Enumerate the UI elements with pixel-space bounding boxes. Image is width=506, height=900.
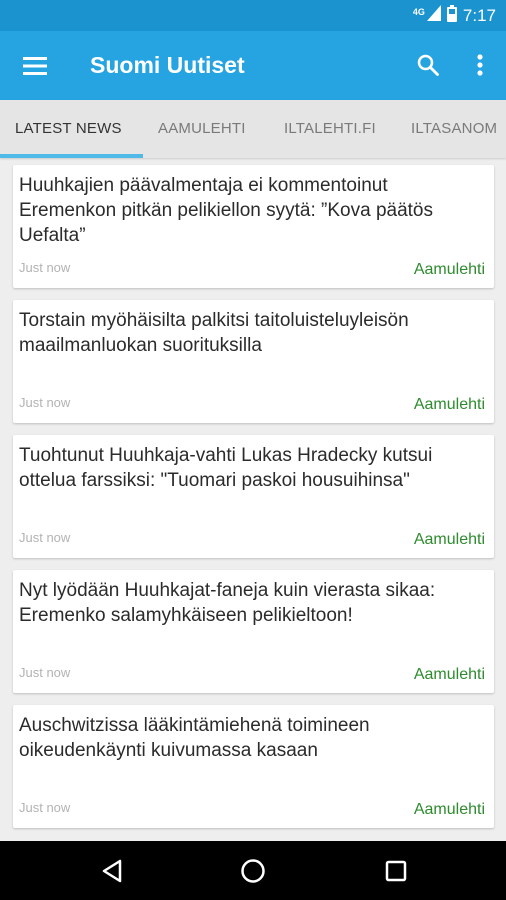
news-source: Aamulehti [413, 666, 485, 683]
status-icons: 4G 7:17 [413, 0, 496, 31]
news-card[interactable]: Torstain myöhäisilta palkitsi taitoluist… [13, 300, 494, 423]
news-source: Aamulehti [413, 396, 485, 413]
app-title: Suomi Uutiset [90, 52, 245, 78]
news-source: Aamulehti [413, 801, 485, 818]
news-time: Just now [19, 530, 71, 545]
news-feed[interactable]: Huuhkajien päävalmentaja ei kommentoinut… [0, 158, 506, 841]
news-title: Huuhkajien päävalmentaja ei kommentoinut… [19, 175, 434, 246]
news-source: Aamulehti [413, 261, 485, 278]
news-title: Tuohtunut Huuhkaja-vahti Lukas Hradecky … [19, 445, 433, 491]
status-bar: 4G 7:17 [0, 0, 506, 31]
news-time: Just now [19, 800, 71, 815]
battery-icon [446, 4, 457, 27]
search-icon[interactable] [408, 45, 448, 85]
news-card[interactable]: Huuhkajien päävalmentaja ei kommentoinut… [13, 165, 494, 288]
signal-icon [426, 5, 441, 26]
news-title: Torstain myöhäisilta palkitsi taitoluist… [19, 310, 409, 356]
tab-latest-news[interactable]: LATEST NEWS [15, 100, 122, 158]
tab-aamulehti[interactable]: AAMULEHTI [158, 100, 246, 158]
status-time: 7:17 [462, 5, 496, 25]
tab-iltalehti[interactable]: ILTALEHTI.FI [284, 100, 376, 158]
menu-icon[interactable] [14, 45, 56, 87]
network-type: 4G [412, 6, 425, 17]
news-time: Just now [19, 395, 71, 410]
app-bar: Suomi Uutiset [0, 31, 506, 100]
news-source: Aamulehti [413, 531, 485, 548]
back-icon[interactable] [90, 849, 134, 893]
news-card[interactable]: Tuohtunut Huuhkaja-vahti Lukas Hradecky … [13, 435, 494, 558]
tab-bar: LATEST NEWS AAMULEHTI ILTALEHTI.FI ILTAS… [0, 100, 506, 158]
home-icon[interactable] [231, 849, 275, 893]
news-time: Just now [19, 260, 71, 275]
news-card[interactable]: Auschwitzissa lääkintämiehenä toimineen … [13, 705, 494, 828]
system-nav-bar [0, 841, 506, 900]
news-time: Just now [19, 665, 71, 680]
recents-icon[interactable] [374, 849, 418, 893]
more-vert-icon[interactable] [460, 45, 500, 85]
news-card[interactable]: Nyt lyödään Huuhkajat-faneja kuin vieras… [13, 570, 494, 693]
news-title: Nyt lyödään Huuhkajat-faneja kuin vieras… [19, 580, 436, 626]
news-title: Auschwitzissa lääkintämiehenä toimineen … [19, 715, 370, 761]
tab-iltasanomat[interactable]: ILTASANOM [411, 100, 497, 158]
